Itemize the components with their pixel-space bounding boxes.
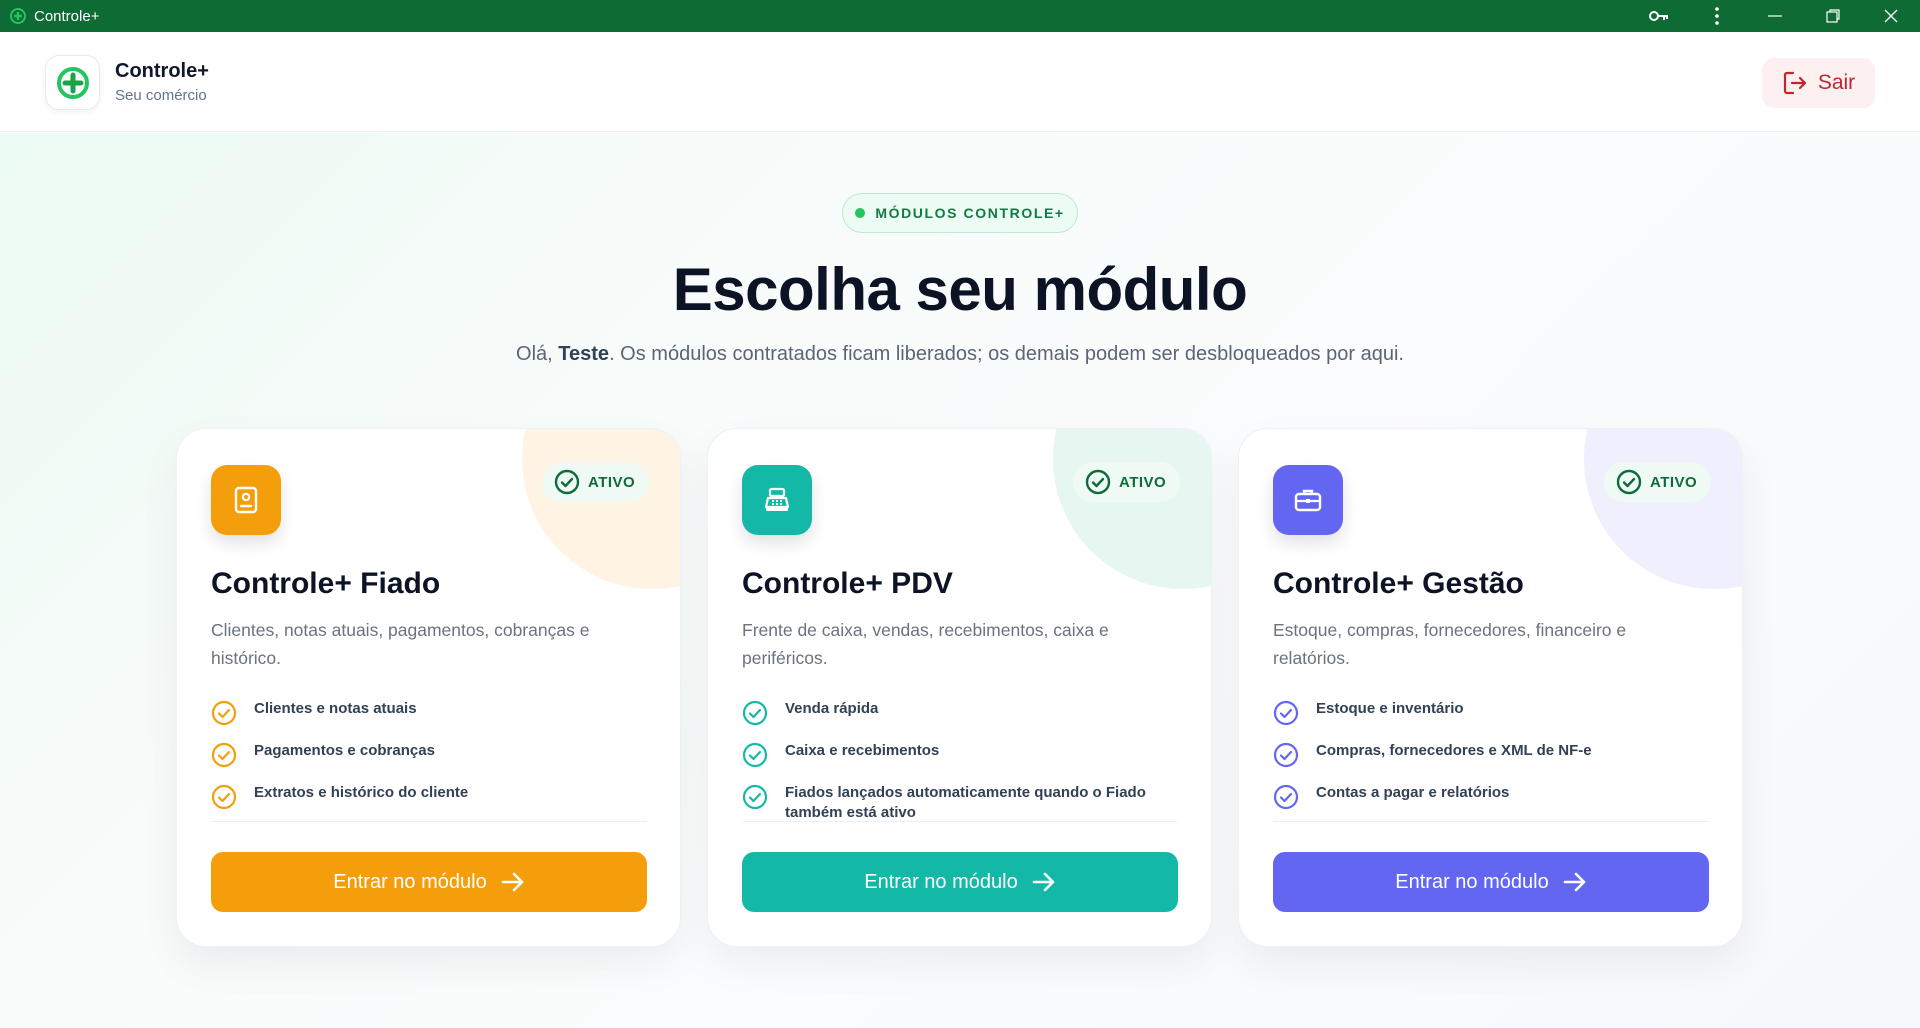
card-decoration — [522, 429, 680, 589]
feature-list: Venda rápida Caixa e recebimentos Fiados… — [742, 697, 1178, 837]
enter-module-button[interactable]: Entrar no módulo — [1273, 852, 1709, 912]
module-icon-box — [742, 465, 812, 535]
status-dot — [855, 208, 866, 218]
restore-icon[interactable] — [1804, 0, 1862, 32]
feature-item: Venda rápida — [742, 697, 1178, 739]
status-badge-label: ATIVO — [588, 473, 636, 491]
check-circle-icon — [742, 700, 768, 726]
check-circle-icon — [1273, 700, 1299, 726]
key-icon[interactable] — [1630, 0, 1688, 32]
arrow-right-icon — [501, 872, 524, 892]
briefcase-icon — [1294, 489, 1322, 512]
app-header: Controle+ Seu comércio Sair — [0, 32, 1920, 132]
page-subtitle: Olá, Teste. Os módulos contratados ficam… — [0, 343, 1920, 366]
app-plus-icon — [10, 8, 26, 24]
greeting-prefix: Olá, — [516, 343, 559, 365]
brand-logo — [45, 55, 100, 110]
feature-item: Compras, fornecedores e XML de NF-e — [1273, 739, 1709, 781]
contact-card-icon — [234, 486, 258, 514]
feature-label: Compras, fornecedores e XML de NF-e — [1316, 742, 1592, 759]
logout-button[interactable]: Sair — [1762, 58, 1875, 108]
enter-module-button[interactable]: Entrar no módulo — [742, 852, 1178, 912]
enter-module-label: Entrar no módulo — [333, 870, 487, 893]
enter-module-label: Entrar no módulo — [1395, 870, 1549, 893]
feature-label: Contas a pagar e relatórios — [1316, 784, 1510, 801]
check-circle-icon — [1085, 469, 1111, 495]
divider — [742, 821, 1178, 822]
feature-label: Fiados lançados automaticamente quando o… — [785, 784, 1146, 821]
module-description: Clientes, notas atuais, pagamentos, cobr… — [211, 620, 590, 668]
cash-register-icon — [764, 487, 790, 511]
module-title: Controle+ Fiado — [211, 567, 441, 600]
divider — [1273, 821, 1709, 822]
module-card-gestao: ATIVO Controle+ Gestão Estoque, compras,… — [1238, 428, 1743, 947]
enter-module-button[interactable]: Entrar no módulo — [211, 852, 647, 912]
check-circle-icon — [742, 784, 768, 810]
feature-item: Extratos e histórico do cliente — [211, 781, 647, 823]
check-circle-icon — [554, 469, 580, 495]
status-badge: ATIVO — [1604, 462, 1712, 502]
check-circle-icon — [742, 742, 768, 768]
module-description: Estoque, compras, fornecedores, financei… — [1273, 620, 1627, 668]
logout-label: Sair — [1817, 71, 1856, 94]
feature-item: Pagamentos e cobranças — [211, 739, 647, 781]
enter-module-label: Entrar no módulo — [864, 870, 1018, 893]
minimize-icon[interactable] — [1746, 0, 1804, 32]
check-circle-icon — [211, 742, 237, 768]
feature-label: Pagamentos e cobranças — [254, 742, 435, 759]
module-card-pdv: ATIVO Controle+ PDV Frente de caixa, ven… — [707, 428, 1212, 947]
status-badge-label: ATIVO — [1650, 473, 1698, 491]
feature-item: Clientes e notas atuais — [211, 697, 647, 739]
status-badge: ATIVO — [542, 462, 650, 502]
check-circle-icon — [211, 784, 237, 810]
card-decoration — [1584, 429, 1742, 589]
module-title: Controle+ PDV — [742, 567, 953, 600]
feature-list: Estoque e inventário Compras, fornecedor… — [1273, 697, 1709, 823]
check-circle-icon — [211, 700, 237, 726]
module-icon-box — [1273, 465, 1343, 535]
user-name: Teste — [558, 343, 610, 365]
brand-name: Controle+ — [115, 60, 209, 82]
feature-label: Estoque e inventário — [1316, 700, 1464, 717]
plus-circle-icon — [56, 66, 89, 99]
divider — [211, 821, 647, 822]
feature-label: Extratos e histórico do cliente — [254, 784, 469, 801]
brand-subtitle: Seu comércio — [115, 87, 207, 104]
more-vertical-icon[interactable] — [1688, 0, 1746, 32]
arrow-right-icon — [1563, 872, 1586, 892]
close-icon[interactable] — [1862, 0, 1920, 32]
feature-list: Clientes e notas atuais Pagamentos e cob… — [211, 697, 647, 823]
check-circle-icon — [1273, 784, 1299, 810]
arrow-right-icon — [1032, 872, 1055, 892]
module-card-fiado: ATIVO Controle+ Fiado Clientes, notas at… — [176, 428, 681, 947]
card-decoration — [1053, 429, 1211, 589]
feature-item: Fiados lançados automaticamente quando o… — [742, 781, 1178, 837]
module-description: Frente de caixa, vendas, recebimentos, c… — [742, 620, 1109, 668]
feature-item: Contas a pagar e relatórios — [1273, 781, 1709, 823]
status-badge: ATIVO — [1073, 462, 1181, 502]
section-pill-label: MÓDULOS CONTROLE+ — [875, 205, 1065, 221]
status-badge-label: ATIVO — [1119, 473, 1167, 491]
feature-label: Venda rápida — [785, 700, 879, 717]
section-pill: MÓDULOS CONTROLE+ — [842, 193, 1078, 233]
feature-item: Caixa e recebimentos — [742, 739, 1178, 781]
feature-item: Estoque e inventário — [1273, 697, 1709, 739]
page-title: Escolha seu módulo — [672, 256, 1248, 323]
feature-label: Clientes e notas atuais — [254, 700, 417, 717]
logout-icon — [1783, 71, 1806, 95]
module-icon-box — [211, 465, 281, 535]
check-circle-icon — [1273, 742, 1299, 768]
window-titlebar: Controle+ — [0, 0, 1920, 32]
greeting-suffix: . Os módulos contratados ficam liberados… — [609, 343, 1404, 365]
check-circle-icon — [1616, 469, 1642, 495]
window-title: Controle+ — [34, 7, 100, 25]
feature-label: Caixa e recebimentos — [785, 742, 940, 759]
module-title: Controle+ Gestão — [1273, 567, 1524, 600]
